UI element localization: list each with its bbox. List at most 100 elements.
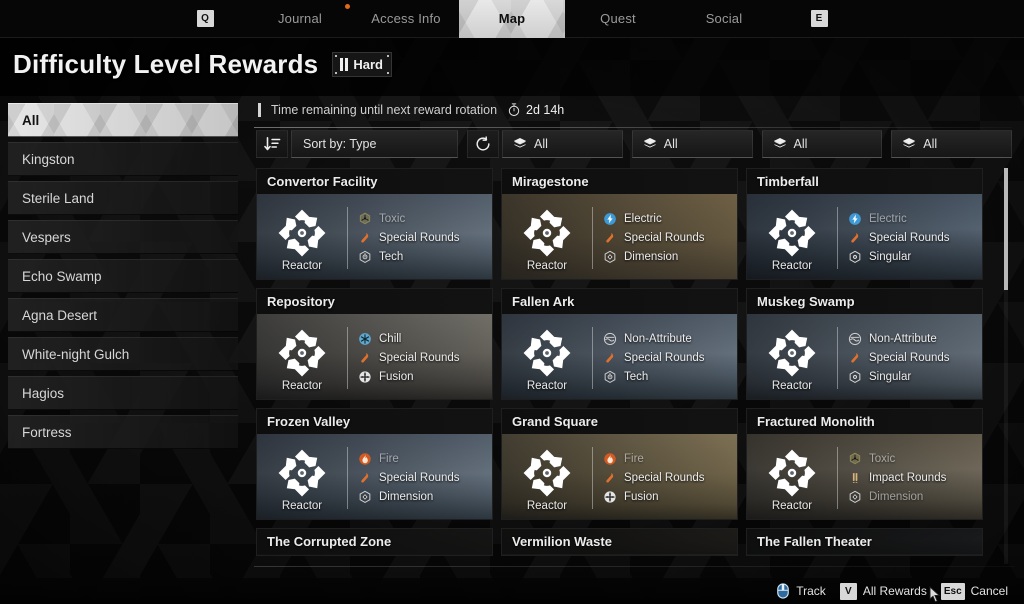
- card-reactor-label: Reactor: [281, 379, 323, 392]
- card-title: Grand Square: [512, 414, 598, 429]
- special-rounds-icon: [851, 352, 859, 363]
- card-separator: [592, 206, 593, 269]
- reward-card[interactable]: The Fallen Theater: [746, 528, 983, 556]
- reward-card[interactable]: The Corrupted Zone: [256, 528, 493, 556]
- reward-card[interactable]: Muskeg Swamp Reactor Non-Attribute Special …: [746, 288, 983, 400]
- card-attribute: Dimension: [848, 490, 946, 504]
- hint-keycap: Esc: [940, 582, 965, 600]
- card-attributes: Fire Special Rounds Dimension: [358, 452, 460, 504]
- card-reactor: Reactor: [257, 204, 347, 272]
- key-q-badge[interactable]: Q: [196, 10, 214, 27]
- card-reactor-label: Reactor: [526, 499, 568, 512]
- sidebar-item-white-night-gulch[interactable]: White-night Gulch: [8, 337, 238, 371]
- card-attribute: Tech: [358, 250, 460, 264]
- nav-tab-journal[interactable]: Journal: [247, 0, 353, 38]
- card-attribute-label: Toxic: [379, 212, 406, 225]
- card-separator: [592, 326, 593, 389]
- singular-icon: [849, 250, 861, 263]
- nav-tab-social[interactable]: Social: [671, 0, 777, 38]
- card-attributes: Chill Special Rounds Fusion: [358, 332, 460, 384]
- card-body: Reactor Electric Special Rounds Singular: [747, 194, 982, 279]
- card-attribute: Special Rounds: [358, 351, 460, 365]
- card-reactor: Reactor: [502, 204, 592, 272]
- sidebar-item-label: Vespers: [22, 229, 71, 245]
- special-rounds-icon: [361, 472, 369, 483]
- singular-icon: [849, 370, 861, 383]
- difficulty-badge: Hard: [332, 52, 392, 77]
- nav-tab-access-info[interactable]: Access Info: [353, 0, 459, 38]
- card-title-bar: Fractured Monolith: [747, 409, 982, 434]
- card-attribute-label: Chill: [379, 332, 402, 345]
- card-attribute-label: Tech: [624, 370, 649, 383]
- sort-order-button[interactable]: [256, 130, 288, 158]
- reward-card[interactable]: Repository Reactor Chill Special Rounds Fusi…: [256, 288, 493, 400]
- reactor-icon: [768, 329, 816, 376]
- reset-filters-button[interactable]: [467, 130, 499, 158]
- card-attribute: Tech: [603, 370, 705, 384]
- sidebar-item-all[interactable]: All: [8, 103, 238, 137]
- hint-cancel[interactable]: Esc Cancel: [940, 582, 1008, 600]
- filter-dropdown-3[interactable]: All: [761, 130, 883, 158]
- card-title-bar: Muskeg Swamp: [747, 289, 982, 314]
- sidebar-item-agna-desert[interactable]: Agna Desert: [8, 298, 238, 332]
- filter-dropdown-4[interactable]: All: [891, 130, 1012, 158]
- card-title-bar: Miragestone: [502, 169, 737, 194]
- card-title: The Fallen Theater: [757, 534, 872, 549]
- rewards-card-grid: Convertor Facility Reactor Toxic Special Ro…: [256, 168, 1008, 556]
- rotation-timer-value-wrap: 2d 14h: [507, 103, 564, 117]
- non-attribute-icon: [603, 332, 617, 345]
- nav-tab-map[interactable]: Map: [459, 0, 565, 38]
- reward-card[interactable]: Frozen Valley Reactor Fire Special Rounds Di…: [256, 408, 493, 520]
- card-attribute: Special Rounds: [848, 231, 950, 245]
- card-attribute: Dimension: [358, 490, 460, 504]
- scrollbar-thumb[interactable]: [1004, 168, 1008, 290]
- card-attribute: Special Rounds: [358, 471, 460, 485]
- corner-dot-icon: [335, 55, 338, 57]
- card-attribute-label: Dimension: [869, 490, 924, 503]
- sidebar-item-kingston[interactable]: Kingston: [8, 142, 238, 176]
- mouse-cursor-icon: [929, 586, 941, 603]
- hint-all-rewards[interactable]: V All Rewards: [839, 582, 927, 600]
- electric-icon: [604, 212, 616, 225]
- reward-card[interactable]: Grand Square Reactor Fire Special Rounds Fus…: [501, 408, 738, 520]
- hint-track[interactable]: Track: [776, 583, 826, 599]
- sidebar-item-vespers[interactable]: Vespers: [8, 220, 238, 254]
- card-title-bar: Frozen Valley: [257, 409, 492, 434]
- fire-icon: [359, 452, 371, 465]
- reward-card[interactable]: Convertor Facility Reactor Toxic Special Ro…: [256, 168, 493, 280]
- card-attribute-label: Special Rounds: [869, 231, 950, 244]
- filter-dropdown-1[interactable]: All: [502, 130, 623, 158]
- filter-dropdown-label: All: [663, 137, 678, 151]
- card-attribute: Fire: [358, 452, 460, 466]
- reward-card[interactable]: Timberfall Reactor Electric Special Rounds S…: [746, 168, 983, 280]
- rewards-scrollbar[interactable]: [1004, 168, 1008, 564]
- sidebar-item-echo-swamp[interactable]: Echo Swamp: [8, 259, 238, 293]
- reward-card[interactable]: Miragestone Reactor Electric Special Rounds…: [501, 168, 738, 280]
- reward-card[interactable]: Vermilion Waste: [501, 528, 738, 556]
- sidebar-item-hagios[interactable]: Hagios: [8, 376, 238, 410]
- card-attribute-label: Special Rounds: [624, 231, 705, 244]
- card-attribute-label: Fire: [624, 452, 644, 465]
- sidebar-item-fortress[interactable]: Fortress: [8, 415, 238, 449]
- rotation-timer-row: Time remaining until next reward rotatio…: [258, 100, 564, 120]
- filter-dropdown-label: All: [534, 137, 548, 151]
- corner-dot-icon: [386, 72, 389, 74]
- filter-dropdown-2[interactable]: All: [631, 130, 753, 158]
- card-attribute: Fusion: [603, 490, 705, 504]
- key-e-badge[interactable]: E: [810, 10, 828, 27]
- sort-by-dropdown[interactable]: Sort by: Type: [291, 130, 458, 158]
- timer-accent-bar: [258, 103, 261, 117]
- reward-card[interactable]: Fallen Ark Reactor Non-Attribute Special Ro…: [501, 288, 738, 400]
- card-attribute-label: Toxic: [869, 452, 896, 465]
- card-attribute-label: Non-Attribute: [624, 332, 692, 345]
- rotation-timer-value: 2d 14h: [526, 103, 565, 117]
- layers-icon: [903, 138, 916, 148]
- hint-label: Cancel: [970, 584, 1008, 598]
- sidebar-item-label: Hagios: [22, 385, 65, 401]
- nav-tab-quest[interactable]: Quest: [565, 0, 671, 38]
- sidebar-item-sterile-land[interactable]: Sterile Land: [8, 181, 238, 215]
- reward-card[interactable]: Fractured Monolith Reactor Toxic Impact Rou…: [746, 408, 983, 520]
- card-body: Reactor Non-Attribute Special Rounds Tech: [502, 314, 737, 399]
- bottom-divider: [254, 566, 1014, 567]
- card-title: Convertor Facility: [267, 174, 378, 189]
